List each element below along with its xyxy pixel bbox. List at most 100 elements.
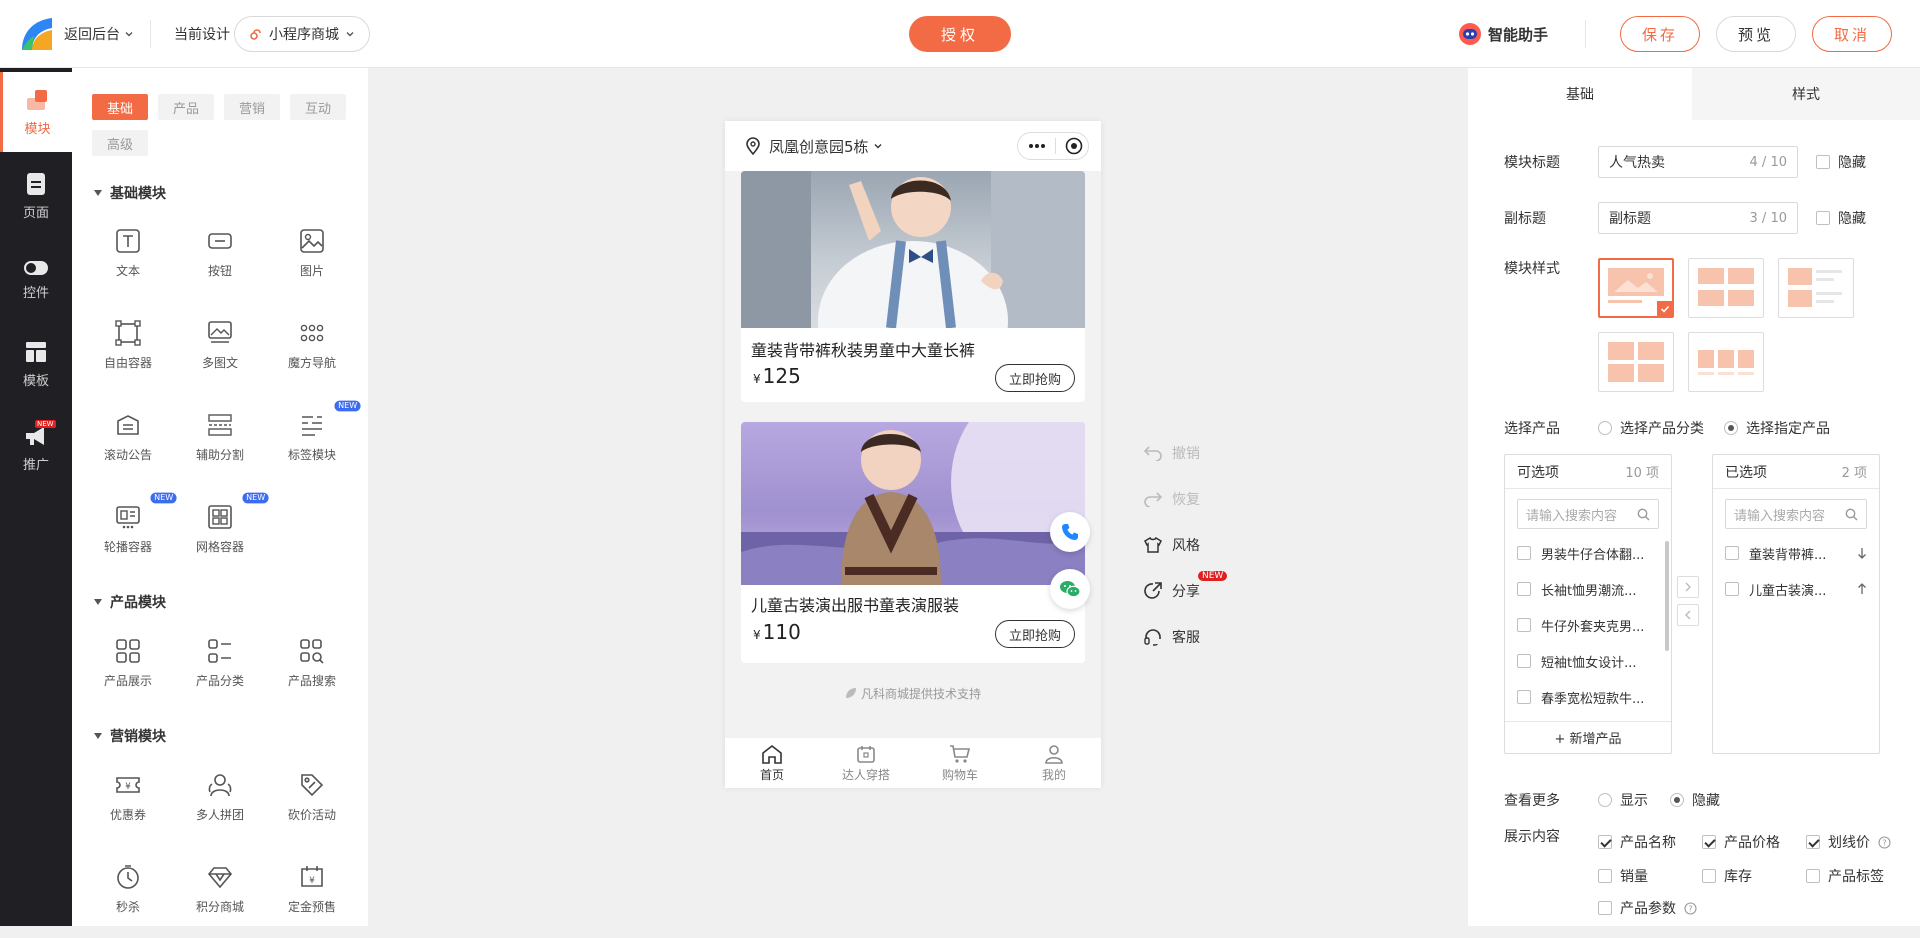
tabbar-item-me[interactable]: 我的 [1007, 738, 1101, 788]
back-to-admin-button[interactable]: 返回后台 [64, 24, 134, 44]
tab-style-settings[interactable]: 样式 [1692, 68, 1920, 120]
section-title-marketing[interactable]: 营销模块 [94, 726, 166, 746]
module-cube-nav[interactable]: 魔方导航 [266, 314, 358, 394]
list-item[interactable]: 长袖t恤男潮流... [1505, 571, 1671, 607]
buy-now-button[interactable]: 立即抢购 [995, 620, 1075, 648]
module-multi-image-text[interactable]: 多图文 [174, 314, 266, 394]
tab-interaction[interactable]: 互动 [290, 94, 346, 120]
checkbox-sales[interactable]: 销量 [1598, 866, 1648, 886]
wechat-button[interactable] [1050, 569, 1090, 609]
rail-item-module[interactable]: 模块 [0, 72, 72, 152]
module-coupon[interactable]: ¥ 优惠券 [82, 766, 174, 846]
style-option-grid[interactable] [1688, 258, 1764, 318]
radio-select-category[interactable]: 选择产品分类 [1598, 418, 1704, 438]
module-flash-sale[interactable]: 秒杀 [82, 858, 174, 938]
module-presale[interactable]: ¥ 定金预售 [266, 858, 358, 938]
checkbox-strike-price[interactable]: 划线价 ? [1806, 832, 1891, 852]
module-grid-container[interactable]: NEW 网格容器 [174, 492, 269, 578]
rail-item-page[interactable]: 页面 [0, 156, 72, 236]
module-scroll-notice[interactable]: 滚动公告 [82, 406, 174, 486]
scrollbar[interactable] [1665, 541, 1669, 651]
module-product-search[interactable]: 产品搜索 [266, 632, 358, 712]
undo-button[interactable]: 撤销 [1144, 443, 1200, 463]
move-right-button[interactable] [1677, 576, 1699, 598]
move-down-icon[interactable] [1857, 547, 1867, 559]
style-option-mixed[interactable] [1598, 332, 1674, 392]
radio-select-specific[interactable]: 选择指定产品 [1724, 418, 1830, 438]
collapse-arrow-icon [94, 733, 102, 739]
list-item[interactable]: 童装背带裤... [1713, 535, 1879, 571]
rail-item-control[interactable]: 控件 [0, 240, 72, 320]
list-item[interactable]: 儿童古装演... [1713, 571, 1879, 607]
tab-product[interactable]: 产品 [158, 94, 214, 120]
checkbox-stock[interactable]: 库存 [1702, 866, 1752, 886]
radio-view-more-show[interactable]: 显示 [1598, 790, 1648, 810]
module-image[interactable]: 图片 [266, 222, 358, 302]
product-card[interactable]: 童装背带裤秋装男童中大童长裤 ¥125 立即抢购 [741, 171, 1085, 402]
product-card[interactable]: 儿童古装演出服书童表演服装 ¥110 立即抢购 [741, 422, 1085, 663]
customer-service-button[interactable]: 客服 [1144, 627, 1200, 647]
module-product-display[interactable]: 产品展示 [82, 632, 174, 712]
tabbar-item-home[interactable]: 首页 [725, 738, 819, 788]
style-option-list[interactable] [1778, 258, 1854, 318]
style-option-large-image[interactable] [1598, 258, 1674, 318]
rail-item-promote[interactable]: NEW 推广 [0, 408, 72, 488]
subtitle-input[interactable]: 副标题 3 / 10 [1598, 202, 1798, 234]
cancel-button[interactable]: 取消 [1812, 16, 1892, 52]
module-text[interactable]: 文本 [82, 222, 174, 302]
smart-assistant-button[interactable]: 智能助手 [1458, 22, 1548, 46]
radio-view-more-hide[interactable]: 隐藏 [1670, 790, 1720, 810]
save-button[interactable]: 保存 [1620, 16, 1700, 52]
tab-marketing[interactable]: 营销 [224, 94, 280, 120]
module-bargain[interactable]: 砍价活动 [266, 766, 358, 846]
hide-title-checkbox[interactable]: 隐藏 [1816, 152, 1866, 172]
section-title-basic[interactable]: 基础模块 [94, 183, 166, 203]
help-icon[interactable]: ? [1878, 835, 1891, 849]
add-product-button[interactable]: + 新增产品 [1505, 721, 1671, 753]
selected-search-input[interactable]: 请输入搜索内容 [1725, 499, 1867, 529]
preview-button[interactable]: 预览 [1716, 16, 1796, 52]
redo-button[interactable]: 恢复 [1144, 489, 1200, 509]
capsule-menu[interactable] [1017, 132, 1089, 160]
module-product-category[interactable]: 产品分类 [174, 632, 266, 712]
list-item[interactable]: 春季宽松短款牛... [1505, 679, 1671, 715]
style-button[interactable]: 风格 [1144, 535, 1200, 555]
module-title-input[interactable]: 人气热卖 4 / 10 [1598, 146, 1798, 178]
share-button[interactable]: 分享 NEW [1144, 571, 1228, 601]
checkbox-product-name[interactable]: 产品名称 [1598, 832, 1676, 852]
module-divider[interactable]: 辅助分割 [174, 406, 266, 486]
module-group-buy[interactable]: 多人拼团 [174, 766, 266, 846]
available-search-input[interactable]: 请输入搜索内容 [1517, 499, 1659, 529]
tabbar-item-outfits[interactable]: 达人穿搭 [819, 738, 913, 788]
help-icon[interactable]: ? [1684, 901, 1697, 915]
checkbox-product-price[interactable]: 产品价格 [1702, 832, 1780, 852]
tab-basic-settings[interactable]: 基础 [1468, 68, 1692, 120]
authorize-button[interactable]: 授权 [909, 16, 1011, 52]
tab-basic[interactable]: 基础 [92, 94, 148, 120]
list-item[interactable]: 男装牛仔合体翻... [1505, 535, 1671, 571]
list-item[interactable]: 牛仔外套夹克男... [1505, 607, 1671, 643]
location-text[interactable]: 凤凰创意园5栋 [769, 136, 869, 157]
move-up-icon[interactable] [1857, 583, 1867, 595]
design-select[interactable]: 小程序商城 [234, 16, 370, 52]
app-logo[interactable] [18, 14, 54, 52]
tabbar-item-cart[interactable]: 购物车 [913, 738, 1007, 788]
module-free-container[interactable]: 自由容器 [82, 314, 174, 394]
module-points-mall[interactable]: 积分商城 [174, 858, 266, 938]
module-carousel[interactable]: NEW 轮播容器 [82, 492, 177, 578]
checkbox-product-params[interactable]: 产品参数 ? [1598, 898, 1697, 918]
tab-advanced[interactable]: 高级 [92, 130, 148, 156]
phone-call-button[interactable] [1050, 512, 1090, 552]
product-search-icon [300, 639, 324, 664]
style-option-three-column[interactable] [1688, 332, 1764, 392]
module-button[interactable]: 按钮 [174, 222, 266, 302]
module-tag[interactable]: NEW 标签模块 [266, 400, 361, 486]
checkbox-product-tag[interactable]: 产品标签 [1806, 866, 1884, 886]
move-left-button[interactable] [1677, 604, 1699, 626]
section-title-product[interactable]: 产品模块 [94, 592, 166, 612]
buy-now-button[interactable]: 立即抢购 [995, 364, 1075, 392]
list-item[interactable]: 短袖t恤女设计... [1505, 643, 1671, 679]
hide-subtitle-checkbox[interactable]: 隐藏 [1816, 208, 1866, 228]
module-panel: 基础 产品 营销 互动 高级 基础模块 文本 按钮 图片 自由容器 多图文 魔方… [72, 68, 368, 926]
rail-item-template[interactable]: 模板 [0, 324, 72, 404]
